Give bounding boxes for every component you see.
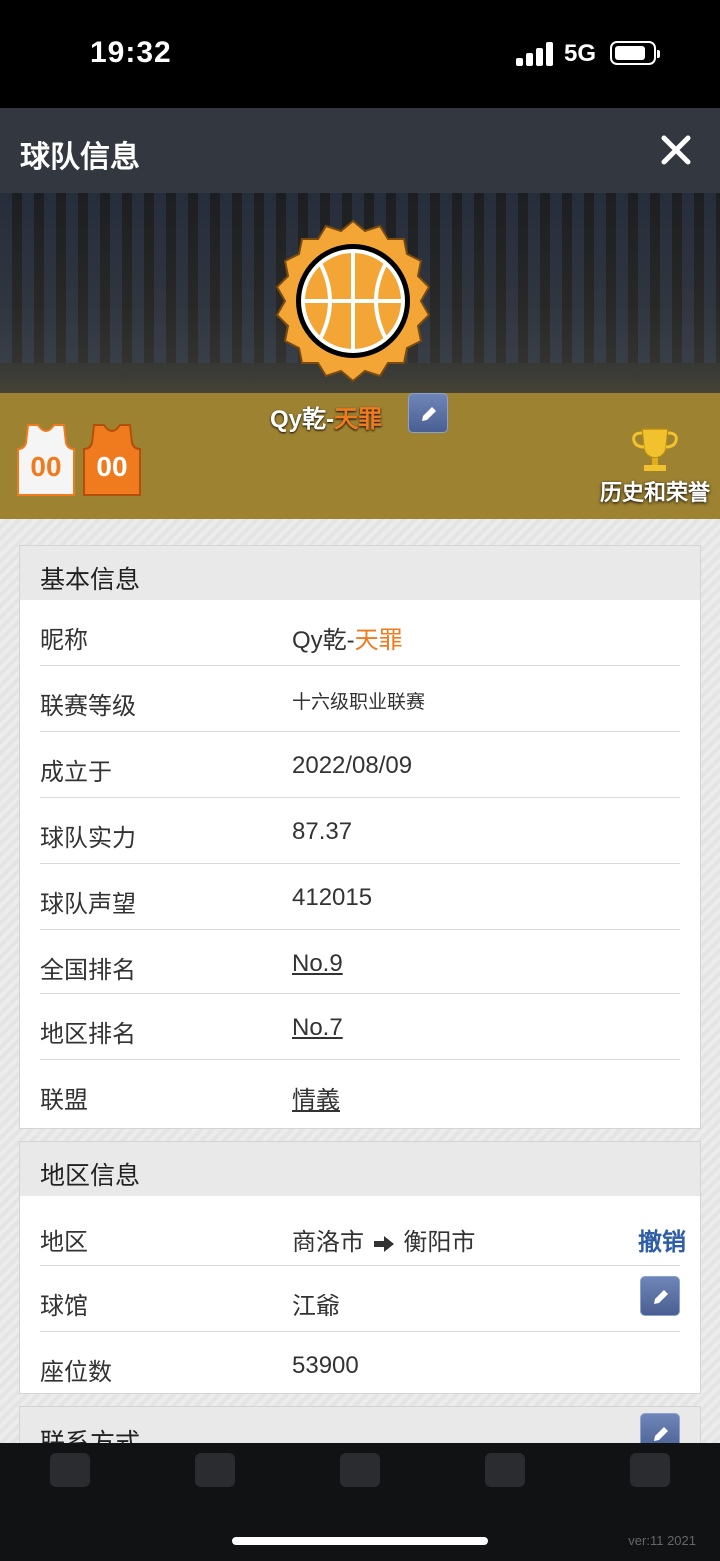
nav-icon	[485, 1453, 525, 1487]
regional-rank-link[interactable]: No.7	[292, 1014, 343, 1042]
team-name: Qy乾-天罪	[270, 399, 382, 434]
contact-title: 联系方式	[20, 1407, 700, 1443]
nav-icon	[630, 1453, 670, 1487]
info-row-reputation: 球队声望 412015	[40, 864, 680, 930]
pencil-icon	[654, 1427, 668, 1441]
team-name-prefix: Qy乾-	[270, 406, 335, 433]
region-row-area: 地区 商洛市 衡阳市 撤销	[40, 1196, 686, 1266]
battery-icon	[610, 41, 660, 65]
info-row-nickname: 昵称 Qy乾-天罪	[40, 600, 680, 666]
reputation-value: 412015	[292, 884, 373, 911]
reputation-label: 球队声望	[40, 891, 136, 918]
team-logo-basketball-icon	[268, 217, 438, 387]
pencil-icon	[422, 407, 436, 421]
nickname-highlight: 天罪	[354, 627, 403, 654]
basic-info-title: 基本信息	[20, 546, 700, 600]
info-row-founded: 成立于 2022/08/09	[40, 732, 680, 798]
alliance-link[interactable]: 情義	[292, 1080, 340, 1115]
nickname-prefix: Qy乾-	[292, 627, 355, 654]
trophy-icon	[632, 428, 678, 471]
region-from: 商洛市	[292, 1229, 364, 1256]
national-rank-link[interactable]: No.9	[292, 950, 343, 978]
league-level-label: 联赛等级	[40, 693, 136, 720]
strength-value: 87.37	[292, 818, 353, 845]
home-jersey-number: 00	[30, 451, 62, 482]
arena-value: 江爺	[292, 1293, 340, 1320]
arrow-right-icon	[373, 1235, 394, 1252]
region-to: 衡阳市	[403, 1229, 476, 1256]
nav-item-3[interactable]	[310, 1443, 410, 1543]
region-info-title: 地区信息	[20, 1142, 700, 1196]
contact-card: 联系方式	[19, 1406, 701, 1443]
close-icon[interactable]	[656, 130, 696, 170]
pencil-icon	[654, 1290, 668, 1304]
signal-icon	[516, 42, 554, 66]
nav-icon	[195, 1453, 235, 1487]
seats-value: 53900	[292, 1352, 359, 1379]
home-indicator[interactable]	[232, 1537, 488, 1545]
away-jersey-icon[interactable]: 00	[82, 423, 142, 497]
info-row-regional-rank: 地区排名 No.7	[40, 994, 680, 1060]
info-row-alliance: 联盟 情義	[40, 1060, 680, 1126]
basic-info-card: 基本信息 昵称 Qy乾-天罪 联赛等级 十六级职业联赛 成立于 2022/08/…	[19, 545, 701, 1129]
status-bar: 19:32 5G	[0, 0, 720, 108]
status-time: 19:32	[90, 36, 172, 69]
founded-value: 2022/08/09	[292, 752, 413, 779]
nav-icon	[50, 1453, 90, 1487]
alliance-label: 联盟	[40, 1087, 88, 1114]
nav-item-2[interactable]	[165, 1443, 265, 1543]
region-label: 地区	[40, 1229, 88, 1256]
league-level-value: 十六级职业联赛	[292, 692, 426, 713]
nav-item-1[interactable]	[20, 1443, 120, 1543]
edit-arena-button[interactable]	[640, 1276, 680, 1316]
history-honors-button[interactable]: 历史和荣誉	[590, 425, 710, 505]
revoke-button[interactable]: 撤销	[638, 1222, 686, 1257]
team-banner: Qy乾-天罪 00 00 历史和荣誉	[0, 193, 720, 519]
info-row-strength: 球队实力 87.37	[40, 798, 680, 864]
national-rank-label: 全国排名	[40, 957, 136, 984]
info-row-league-level: 联赛等级 十六级职业联赛	[40, 666, 680, 732]
nickname-label: 昵称	[40, 627, 88, 654]
nav-item-5[interactable]	[600, 1443, 700, 1543]
content-area[interactable]: 基本信息 昵称 Qy乾-天罪 联赛等级 十六级职业联赛 成立于 2022/08/…	[0, 519, 720, 1443]
page-header: 球队信息	[0, 108, 720, 193]
region-value: 商洛市 衡阳市	[292, 1222, 475, 1257]
edit-contact-button[interactable]	[640, 1413, 680, 1443]
version-label: ver:11 2021	[628, 1533, 696, 1548]
away-jersey-number: 00	[96, 451, 128, 482]
honors-label: 历史和荣誉	[599, 480, 710, 505]
region-row-arena: 球馆 江爺	[40, 1266, 680, 1332]
home-jersey-icon[interactable]: 00	[16, 423, 76, 497]
founded-label: 成立于	[40, 759, 112, 786]
arena-label: 球馆	[40, 1293, 88, 1320]
nickname-value: Qy乾-天罪	[292, 620, 403, 655]
seats-label: 座位数	[40, 1359, 112, 1386]
region-info-card: 地区信息 地区 商洛市 衡阳市 撤销 球馆 江爺 座位数 53900	[19, 1141, 701, 1394]
nav-icon	[340, 1453, 380, 1487]
edit-team-name-button[interactable]	[408, 393, 448, 433]
page-title: 球队信息	[20, 141, 140, 174]
info-row-national-rank: 全国排名 No.9	[40, 930, 680, 994]
strength-label: 球队实力	[40, 825, 136, 852]
team-name-highlight: 天罪	[334, 406, 383, 433]
nav-item-4[interactable]	[455, 1443, 555, 1543]
regional-rank-label: 地区排名	[40, 1021, 136, 1048]
region-row-seats: 座位数 53900	[40, 1332, 680, 1394]
network-type: 5G	[564, 40, 597, 67]
